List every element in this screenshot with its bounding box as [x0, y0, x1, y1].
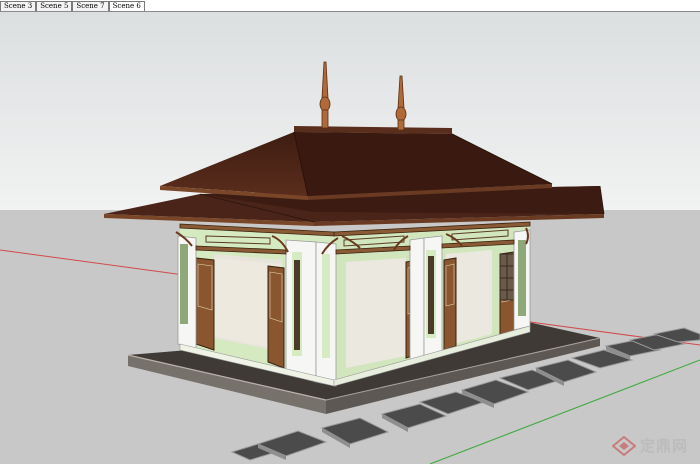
watermark-text: 定鼎网: [639, 437, 688, 455]
scene-tab-5[interactable]: Scene 5: [36, 1, 73, 11]
lattice-window: [499, 253, 515, 301]
scene-tab-bar: Scene 3 Scene 5 Scene 7 Scene 6: [0, 0, 700, 12]
scene-tab-3[interactable]: Scene 3: [0, 1, 37, 11]
stamp-logo-icon: [611, 435, 636, 456]
model-viewport[interactable]: 定鼎网: [0, 12, 700, 464]
watermark: 定鼎网: [611, 435, 688, 456]
pavilion-scene: [0, 12, 700, 464]
scene-tab-6[interactable]: Scene 6: [108, 1, 145, 11]
scene-tab-7[interactable]: Scene 7: [72, 1, 109, 11]
